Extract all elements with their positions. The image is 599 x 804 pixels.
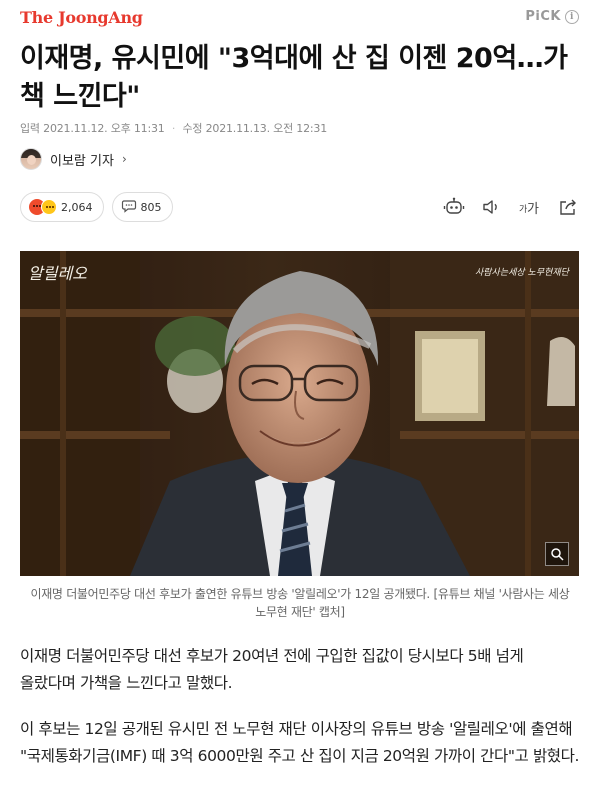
article-timestamps: 입력 2021.11.12. 오후 11:31 · 수정 2021.11.13.… [20,120,327,136]
font-size-icon[interactable]: 가가 [519,196,541,218]
speaker-icon[interactable] [481,196,503,218]
brand-logo[interactable]: The JoongAng [20,8,143,27]
top-bar: The JoongAng PiCK i [0,0,599,36]
photo-illustration: 알릴레오 사람사는세상 노무현재단 [20,251,579,576]
comment-count: 805 [140,200,162,214]
reaction-count: 2,064 [61,200,93,214]
article-headline: 이재명, 유시민에 "3억대에 산 집 이젠 20억…가책 느낀다" [20,43,568,112]
pick-label: PiCK [525,9,561,24]
updated-label: 수정 [182,122,203,135]
info-icon[interactable]: i [565,9,579,24]
smile-emoji-icon [41,199,57,215]
font-size-label: 가 [527,202,539,215]
photo-overlay-right: 사람사는세상 노무현재단 [475,267,571,278]
reporter-name: 이보람 기자 [50,153,114,169]
reaction-bar: 2,064 805 [20,192,173,222]
comment-button[interactable]: 805 [111,192,173,222]
share-icon[interactable] [557,196,579,218]
photo-overlay-left: 알릴레오 [28,264,88,283]
published-label: 입력 [20,122,40,135]
photo-caption: 이재명 더불어민주당 대선 후보가 출연한 유튜브 방송 '알릴레오'가 12일… [30,587,570,619]
article-paragraph: 이재명 더불어민주당 대선 후보가 20여년 전에 구입한 집값이 당시보다 5… [20,647,524,692]
meta-divider: · [171,122,176,135]
pick-badge[interactable]: PiCK i [525,9,579,24]
robot-summary-icon[interactable] [443,196,465,218]
updated-time: 2021.11.13. 오전 12:31 [205,122,328,135]
comment-bubble-icon [121,198,137,217]
article-tools: 가가 [443,196,579,218]
published-time: 2021.11.12. 오후 11:31 [43,122,165,135]
zoom-in-icon[interactable] [545,542,569,566]
chevron-right-icon: › [121,152,127,166]
reporter-avatar [20,148,42,170]
article-paragraph: 이 후보는 12일 공개된 유시민 전 노무현 재단 이사장의 유튜브 방송 '… [20,720,580,765]
reaction-button[interactable]: 2,064 [20,192,104,222]
reporter-byline[interactable]: 이보람 기자 › [20,146,127,172]
article-photo[interactable]: 알릴레오 사람사는세상 노무현재단 [20,251,579,576]
